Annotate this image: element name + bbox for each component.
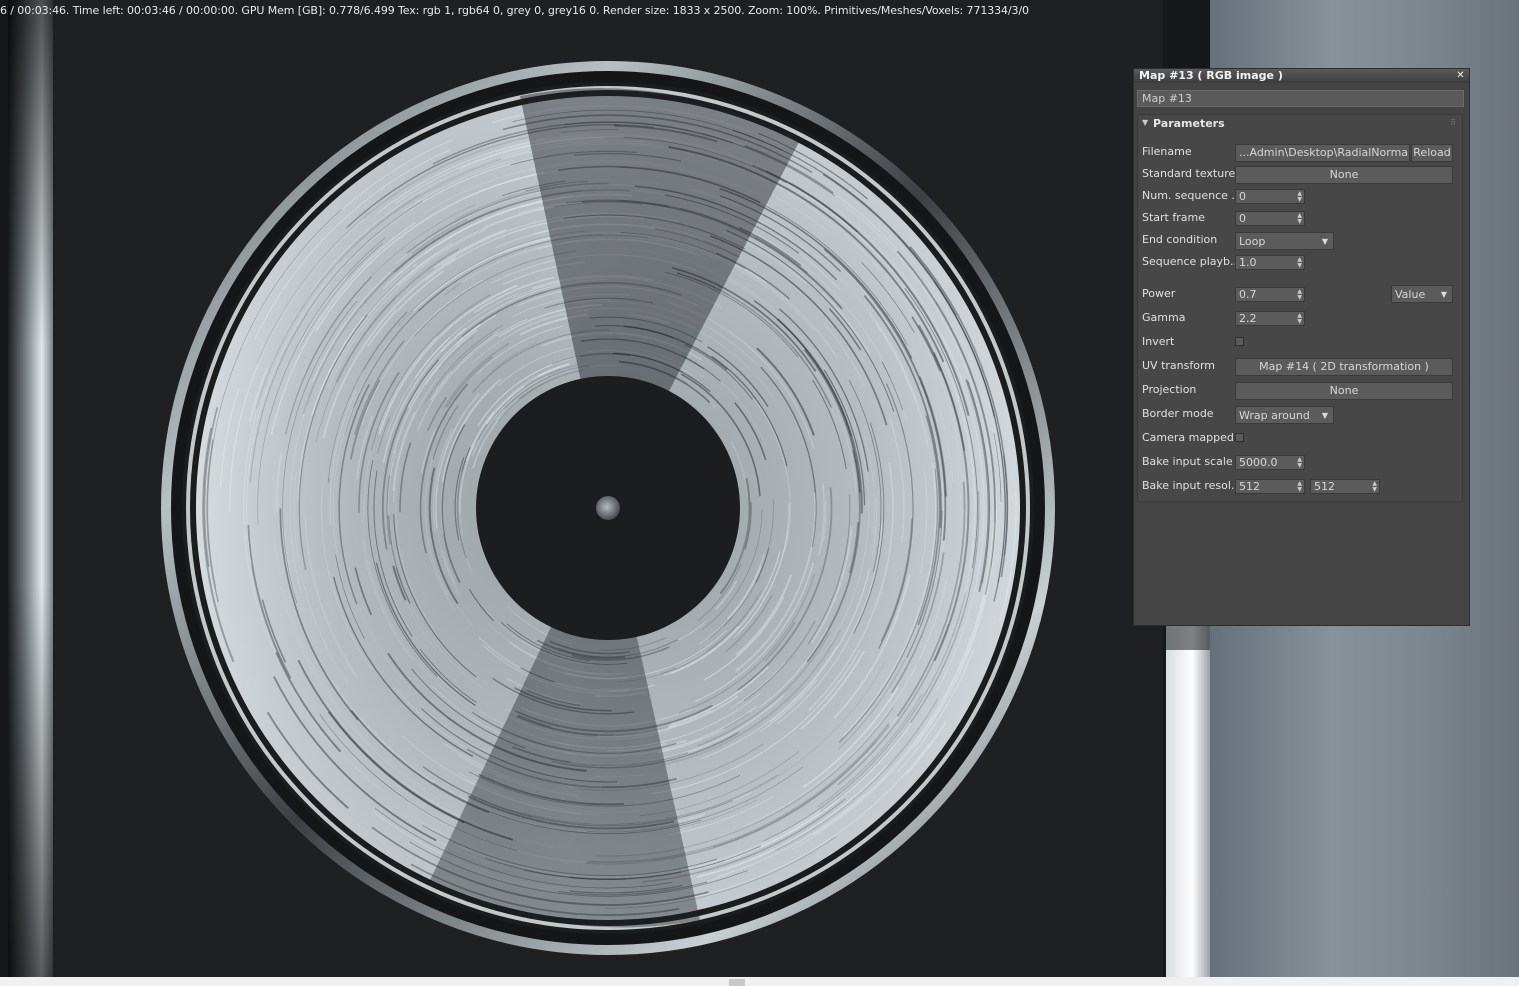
bake-input-scale-value: 5000.0 [1239,456,1278,469]
filename-button[interactable]: ...Admin\Desktop\RadialNormal.jpg [1235,144,1410,162]
border-mode-dropdown[interactable]: Wrap around ▼ [1235,406,1334,424]
bake-resolution-y-value: 512 [1314,480,1335,493]
gamma-spinner[interactable]: 2.2 ▲ ▼ [1235,311,1305,326]
power-mode-value: Value [1395,288,1426,301]
chevron-down-icon: ▼ [1321,237,1328,246]
border-mode-label: Border mode [1142,407,1214,420]
projection-button[interactable]: None [1235,382,1453,400]
spinner-icon[interactable]: ▲ ▼ [1297,457,1302,469]
power-label: Power [1142,287,1176,300]
bake-input-scale-spinner[interactable]: 5000.0 ▲ ▼ [1235,455,1305,470]
spinner-icon[interactable]: ▲ ▼ [1297,313,1302,325]
num-sequence-label: Num. sequence ... [1142,189,1242,202]
start-frame-spinner[interactable]: 0 ▲ ▼ [1235,211,1305,226]
sequence-playback-value: 1.0 [1239,256,1257,269]
render-status-line: 6 / 00:03:46. Time left: 00:03:46 / 00:0… [0,4,1029,17]
end-condition-label: End condition [1142,233,1218,246]
power-value: 0.7 [1239,288,1257,301]
grip-icon: ⠿ [1450,118,1456,127]
bake-resolution-x-spinner[interactable]: 512 ▲ ▼ [1235,479,1305,494]
border-mode-value: Wrap around [1239,409,1310,422]
spinner-icon[interactable]: ▲ ▼ [1297,213,1302,225]
map-name-field[interactable]: Map #13 [1137,90,1464,107]
material-editor-panel: Map #13 ( RGB image ) ✕ Map #13 ▼ Parame… [1134,69,1469,625]
start-frame-value: 0 [1239,212,1246,225]
uv-transform-label: UV transform [1142,359,1215,372]
num-sequence-spinner[interactable]: 0 ▲ ▼ [1235,189,1305,204]
camera-mapped-checkbox[interactable] [1235,433,1244,442]
invert-label: Invert [1142,335,1175,348]
render-viewport[interactable] [0,0,1210,977]
power-spinner[interactable]: 0.7 ▲ ▼ [1235,287,1305,302]
panel-title: Map #13 ( RGB image ) [1139,69,1283,82]
bake-resolution-x-value: 512 [1239,480,1260,493]
bake-input-resolution-label: Bake input resol... [1142,479,1242,492]
close-icon[interactable]: ✕ [1455,70,1466,81]
scrollbar-handle[interactable] [729,979,745,986]
power-mode-dropdown[interactable]: Value ▼ [1391,285,1453,303]
parameters-rollout: ▼ Parameters ⠿ Filename ...Admin\Desktop… [1137,114,1463,502]
invert-checkbox[interactable] [1235,337,1244,346]
spinner-icon[interactable]: ▲ ▼ [1297,191,1302,203]
spinner-icon[interactable]: ▲ ▼ [1297,481,1302,493]
chevron-down-icon: ▼ [1440,290,1447,299]
standard-texture-label: Standard texture [1142,167,1236,180]
projection-label: Projection [1142,383,1197,396]
end-condition-value: Loop [1239,235,1266,248]
num-sequence-value: 0 [1239,190,1246,203]
end-condition-dropdown[interactable]: Loop ▼ [1235,232,1334,250]
sequence-playback-label: Sequence playb... [1142,255,1241,268]
uv-transform-button[interactable]: Map #14 ( 2D transformation ) [1235,358,1453,376]
gamma-value: 2.2 [1239,312,1257,325]
spinner-icon[interactable]: ▲ ▼ [1297,257,1302,269]
gamma-label: Gamma [1142,311,1186,324]
sequence-playback-spinner[interactable]: 1.0 ▲ ▼ [1235,255,1305,270]
start-frame-label: Start frame [1142,211,1205,224]
rollout-title: Parameters [1153,117,1225,130]
filename-label: Filename [1142,145,1192,158]
chevron-down-icon: ▼ [1321,411,1328,420]
standard-texture-button[interactable]: None [1235,166,1453,184]
bake-input-scale-label: Bake input scale [1142,455,1233,468]
panel-title-bar[interactable]: Map #13 ( RGB image ) ✕ [1134,69,1469,83]
spinner-icon[interactable]: ▲ ▼ [1372,481,1377,493]
bake-resolution-y-spinner[interactable]: 512 ▲ ▼ [1310,479,1380,494]
bottom-scrollbar[interactable] [0,977,1519,986]
spinner-icon[interactable]: ▲ ▼ [1297,289,1302,301]
rollout-header[interactable]: ▼ Parameters ⠿ [1138,115,1462,133]
camera-mapped-label: Camera mapped [1142,431,1234,444]
rollout-collapse-icon[interactable]: ▼ [1142,118,1148,127]
reload-button[interactable]: Reload [1411,144,1453,162]
render-image [0,0,1210,977]
